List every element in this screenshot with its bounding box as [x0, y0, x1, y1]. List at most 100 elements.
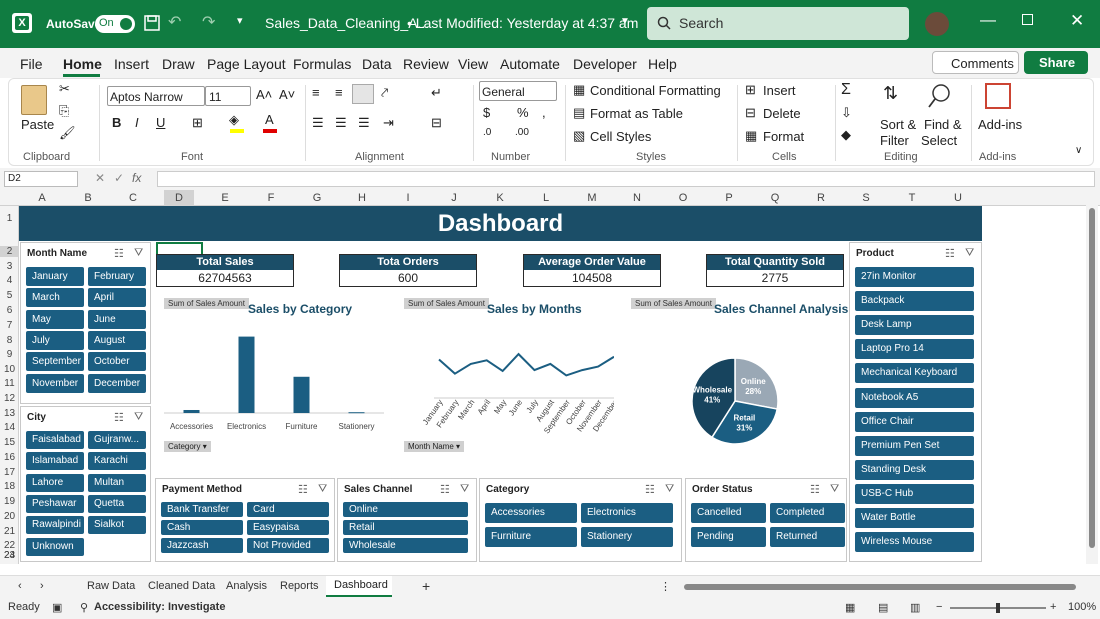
column-header-o[interactable]: O [668, 192, 698, 204]
align-bottom-icon[interactable] [352, 84, 374, 104]
zoom-out-icon[interactable]: − [936, 601, 942, 613]
sort-filter-label-2[interactable]: Filter [880, 133, 909, 148]
column-header-t[interactable]: T [897, 192, 927, 204]
category-field-button[interactable]: Category ▾ [164, 441, 211, 452]
menu-automate[interactable]: Automate [500, 56, 560, 72]
format-as-table-button[interactable]: Format as Table [590, 106, 683, 121]
slicer-item[interactable]: Cancelled [691, 503, 766, 523]
name-box[interactable]: D2 [4, 171, 78, 187]
menu-review[interactable]: Review [403, 56, 449, 72]
copy-icon[interactable]: ⎘ [59, 103, 69, 119]
paste-icon[interactable] [21, 85, 47, 115]
row-header-18[interactable]: 18 [0, 481, 19, 492]
slicer-item[interactable]: Karachi [88, 452, 146, 471]
vertical-scroll-thumb[interactable] [1089, 208, 1095, 548]
row-header-10[interactable]: 10 [0, 364, 19, 375]
chevron-down-icon[interactable]: ▼ [620, 16, 630, 27]
month-field-button[interactable]: Month Name ▾ [404, 441, 465, 452]
add-sheet-icon[interactable]: + [422, 578, 430, 594]
zoom-in-icon[interactable]: + [1050, 601, 1056, 613]
collapse-ribbon-icon[interactable]: ∨ [1075, 145, 1082, 156]
align-right-icon[interactable]: ☰ [358, 115, 370, 131]
slicer-item[interactable]: Pending [691, 527, 766, 547]
page-layout-view-icon[interactable]: ▤ [878, 601, 888, 614]
slicer-item[interactable]: Wireless Mouse [855, 532, 974, 553]
row-header-14[interactable]: 14 [0, 422, 19, 433]
slicer-item[interactable]: Not Provided [247, 538, 329, 553]
column-header-j[interactable]: J [439, 192, 469, 204]
delete-cells-icon[interactable]: ⊟ [745, 105, 756, 121]
row-header-9[interactable]: 9 [0, 349, 19, 360]
tab-raw-data[interactable]: Raw Data [87, 580, 135, 592]
slicer-item[interactable]: Premium Pen Set [855, 435, 974, 456]
zoom-slider[interactable] [950, 603, 1046, 613]
row-header-17[interactable]: 17 [0, 467, 19, 478]
clear-filter-icon[interactable]: ⛛ [134, 411, 143, 424]
menu-help[interactable]: Help [648, 56, 677, 72]
search-box[interactable]: Search [647, 7, 909, 40]
add-ins-button[interactable]: Add-ins [978, 117, 1022, 132]
page-break-view-icon[interactable]: ▥ [910, 601, 920, 614]
slicer-item[interactable]: Accessories [485, 503, 577, 523]
row-header-13[interactable]: 13 [0, 408, 19, 419]
slicer-item[interactable]: Easypaisa [247, 520, 329, 535]
row-header-12[interactable]: 12 [0, 393, 19, 404]
currency-icon[interactable]: $ [483, 105, 490, 120]
find-select-label-2[interactable]: Select [921, 133, 957, 148]
column-header-u[interactable]: U [943, 192, 973, 204]
fill-bucket-icon[interactable]: ◈ [229, 112, 239, 128]
multi-select-icon[interactable]: ☷ [645, 483, 655, 496]
row-header-11[interactable]: 11 [0, 378, 19, 389]
comma-icon[interactable]: , [542, 105, 546, 120]
column-header-s[interactable]: S [851, 192, 881, 204]
clear-icon[interactable]: ◆ [841, 127, 851, 143]
column-header-p[interactable]: P [714, 192, 744, 204]
menu-file[interactable]: File [20, 56, 43, 72]
slicer-item[interactable]: Stationery [581, 527, 673, 547]
slicer-item[interactable]: USB-C Hub [855, 483, 974, 504]
accessibility-icon[interactable]: ⚲ [80, 601, 88, 614]
slicer-item[interactable]: Notebook A5 [855, 387, 974, 408]
slicer-item[interactable]: Wholesale [343, 538, 468, 553]
slicer-item[interactable]: Islamabad [26, 452, 84, 471]
column-header-b[interactable]: B [73, 192, 103, 204]
format-cells-icon[interactable]: ▦ [745, 128, 757, 144]
tab-cleaned-data[interactable]: Cleaned Data [148, 580, 215, 592]
font-name-select[interactable]: Aptos Narrow [107, 86, 205, 106]
cell-styles-button[interactable]: Cell Styles [590, 129, 651, 144]
prev-sheet-icon[interactable]: ‹ [18, 580, 22, 592]
column-header-m[interactable]: M [577, 192, 607, 204]
channel-chart-value-tag[interactable]: Sum of Sales Amount [631, 298, 716, 309]
slicer-item[interactable]: Sialkot [88, 516, 146, 535]
slicer-item[interactable]: Quetta [88, 494, 146, 513]
font-color-icon[interactable]: A [265, 112, 274, 127]
accessibility-status[interactable]: Accessibility: Investigate [94, 601, 225, 613]
autosave-toggle[interactable]: On [95, 15, 135, 33]
normal-view-icon[interactable]: ▦ [845, 601, 855, 614]
slicer-item[interactable]: 27in Monitor [855, 267, 974, 287]
menu-view[interactable]: View [458, 56, 488, 72]
slicer-item[interactable]: April [88, 288, 146, 308]
format-cells-button[interactable]: Format [763, 129, 804, 144]
paste-button[interactable]: Paste [21, 117, 54, 132]
align-middle-icon[interactable]: ≡ [335, 85, 343, 100]
tab-dashboard-active[interactable]: Dashboard [326, 576, 392, 597]
clear-filter-icon[interactable]: ⛛ [134, 247, 143, 260]
wrap-text-icon[interactable]: ↵ [431, 85, 442, 101]
slicer-item[interactable]: Card [247, 502, 329, 517]
bold-icon[interactable]: B [112, 115, 121, 130]
slicer-item[interactable]: Water Bottle [855, 508, 974, 528]
slicer-item[interactable]: Furniture [485, 527, 577, 547]
share-button[interactable]: Share [1024, 51, 1088, 74]
slicer-item[interactable]: Completed [770, 503, 845, 523]
column-header-r[interactable]: R [806, 192, 836, 204]
minimize-icon[interactable]: — [980, 12, 996, 30]
slicer-item[interactable]: March [26, 288, 84, 308]
align-top-icon[interactable]: ≡ [312, 85, 320, 100]
slicer-item[interactable]: Retail [343, 520, 468, 535]
slicer-item[interactable]: Mechanical Keyboard [855, 363, 974, 384]
row-header-2[interactable]: 2 [0, 246, 19, 257]
row-header-19[interactable]: 19 [0, 496, 19, 507]
category-chart-value-tag[interactable]: Sum of Sales Amount [164, 298, 249, 309]
fill-color-icon[interactable] [230, 129, 244, 133]
